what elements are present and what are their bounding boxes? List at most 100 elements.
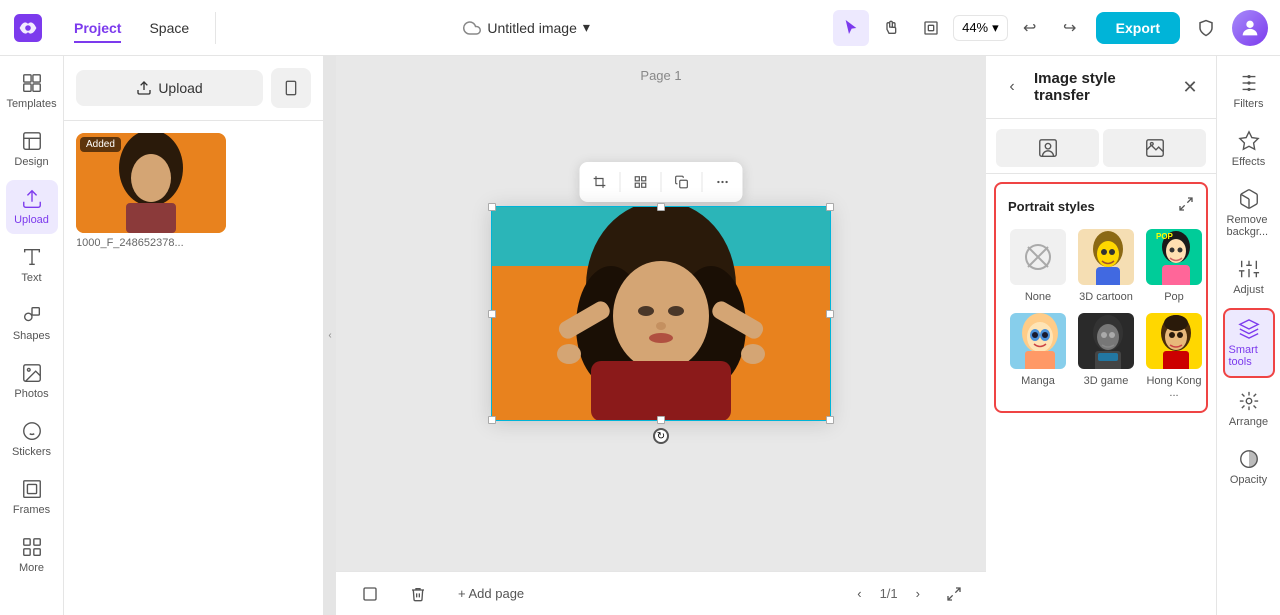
rs-remove-bg[interactable]: Remove backgr... [1223,180,1275,246]
cloud-icon [463,19,481,37]
user-avatar[interactable] [1232,10,1268,46]
nav-project[interactable]: Project [60,14,135,42]
mobile-button[interactable] [271,68,311,108]
topbar-center: Untitled image ▾ [228,13,825,43]
arrange-label: Arrange [1229,416,1268,428]
style-3d-cartoon[interactable]: 3D cartoon [1076,227,1136,303]
stp-close-button[interactable]: ✕ [1176,73,1204,101]
sidebar-item-more[interactable]: More [6,528,58,582]
fullscreen-button[interactable] [938,578,970,610]
expand-icon [1178,196,1194,212]
undo-button[interactable]: ↩ [1012,10,1048,46]
filters-icon [1238,72,1260,94]
more-dots-icon [716,175,730,189]
design-icon [21,130,43,152]
bottom-bar: + Add page ‹ 1/1 › [336,571,986,615]
rs-opacity[interactable]: Opacity [1223,440,1275,494]
sidebar-label-shapes: Shapes [13,330,50,342]
smart-tools-label: Smart tools [1229,344,1269,368]
crop-button[interactable] [584,166,616,198]
cloud-save-button[interactable]: Untitled image ▾ [453,13,600,43]
sidebar-item-templates[interactable]: Templates [6,64,58,118]
delete-page-button[interactable] [400,580,436,608]
back-icon: ‹ [1009,78,1014,96]
sidebar-label-upload: Upload [14,214,49,226]
nav-space[interactable]: Space [135,14,203,42]
add-page-button[interactable]: + Add page [448,580,534,607]
opacity-icon [1238,448,1260,470]
rotate-handle[interactable]: ↻ [653,428,669,444]
next-page-button[interactable]: › [906,580,930,607]
canvas-frame[interactable]: ↻ [491,206,831,421]
sidebar-item-photos[interactable]: Photos [6,354,58,408]
uploaded-image-preview: Added [76,133,226,233]
canvas-container[interactable]: ↻ [336,56,986,571]
sidebar-item-text[interactable]: Text [6,238,58,292]
ft-divider-1 [620,172,621,192]
cursor-icon [843,20,859,36]
sidebar-label-text: Text [21,272,41,284]
prev-page-button[interactable]: ‹ [847,580,871,607]
rs-arrange[interactable]: Arrange [1223,382,1275,436]
rs-adjust[interactable]: Adjust [1223,250,1275,304]
rs-smart-tools[interactable]: Smart tools [1223,308,1275,378]
sidebar-item-upload[interactable]: Upload [6,180,58,234]
photos-icon [21,362,43,384]
frame-icon [923,20,939,36]
canvas-image [491,206,831,421]
sidebar-item-design[interactable]: Design [6,122,58,176]
rs-effects[interactable]: Effects [1223,122,1275,176]
pan-tool-button[interactable] [873,10,909,46]
arrange-icon [1238,390,1260,412]
dropdown-arrow: ▾ [583,19,590,36]
export-button[interactable]: Export [1096,12,1180,44]
sidebar-item-frames[interactable]: Frames [6,470,58,524]
style-manga[interactable]: Manga [1008,311,1068,399]
portrait-styles-section: Portrait styles None [994,182,1208,413]
stp-back-button[interactable]: ‹ [998,73,1026,101]
stp-section-header: Portrait styles [1008,196,1194,217]
3dgame-preview [1078,313,1136,371]
bottom-right: ‹ 1/1 › [847,578,970,610]
hand-icon [883,20,899,36]
add-page-label: + Add page [458,586,524,601]
undo-icon: ↩ [1023,18,1036,38]
upload-button[interactable]: Upload [76,70,263,106]
ft-divider-3 [702,172,703,192]
style-3d-game[interactable]: 3D game [1076,311,1136,399]
shield-button[interactable] [1188,10,1224,46]
style-manga-thumb [1008,311,1068,371]
main-area: Templates Design Upload Text Shapes Phot… [0,56,1280,615]
mobile-icon [283,80,299,96]
grid-layout-button[interactable] [625,166,657,198]
style-pop-thumb: POP [1144,227,1204,287]
style-pop[interactable]: POP Pop [1144,227,1204,303]
style-none[interactable]: None [1008,227,1068,303]
style-hong-kong[interactable]: Hong Kong ... [1144,311,1204,399]
style-pop-label: Pop [1164,291,1184,303]
stp-tab-portrait[interactable] [996,129,1099,167]
sidebar-label-more: More [19,562,44,574]
effects-label: Effects [1232,156,1265,168]
uploaded-image-item[interactable]: Added 1000_F_248652378... [76,133,226,249]
portrait-tab-icon [1037,137,1059,159]
panel-collapse-handle[interactable]: ‹ [324,56,336,615]
manga-preview [1010,313,1068,371]
select-tool-button[interactable] [833,10,869,46]
adjust-icon [1238,258,1260,280]
sidebar-item-shapes[interactable]: Shapes [6,296,58,350]
rs-filters[interactable]: Filters [1223,64,1275,118]
page-thumbnail-button[interactable] [352,580,388,608]
zoom-control[interactable]: 44% ▾ [953,15,1008,41]
opacity-label: Opacity [1230,474,1267,486]
copy-style-button[interactable] [666,166,698,198]
effects-icon [1238,130,1260,152]
stp-tab-scene[interactable] [1103,129,1206,167]
more-options-button[interactable] [707,166,739,198]
expand-styles-button[interactable] [1178,196,1194,217]
app-logo[interactable] [12,12,44,44]
collapse-icon: ‹ [328,330,331,341]
redo-button[interactable]: ↪ [1052,10,1088,46]
sidebar-item-stickers[interactable]: Stickers [6,412,58,466]
frame-tool-button[interactable] [913,10,949,46]
